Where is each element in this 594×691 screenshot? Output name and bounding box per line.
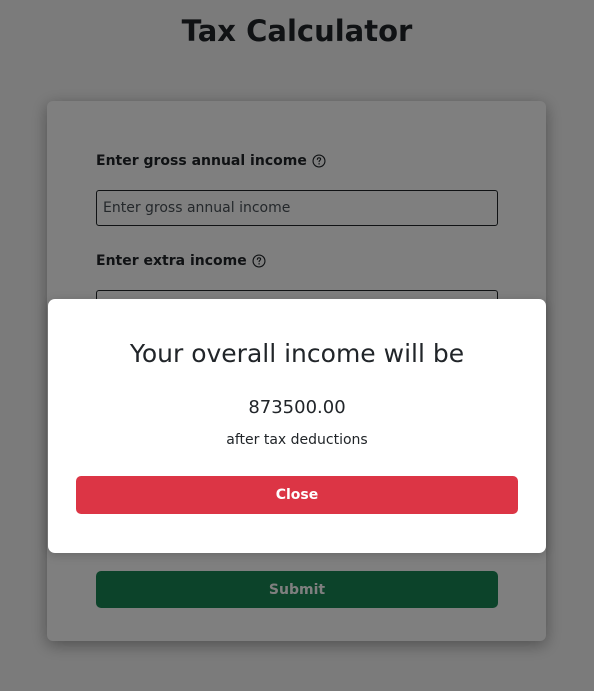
modal-subtext: after tax deductions (226, 432, 368, 448)
result-modal: Your overall income will be 873500.00 af… (48, 299, 546, 553)
modal-title: Your overall income will be (129, 339, 465, 368)
close-button[interactable]: Close (76, 476, 518, 514)
income-amount: 873500.00 (248, 397, 346, 418)
